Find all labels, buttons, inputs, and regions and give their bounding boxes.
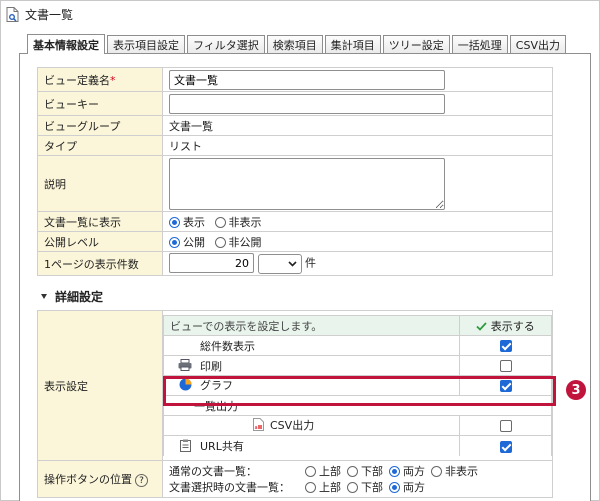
- tab-aggregate-items[interactable]: 集計項目: [324, 35, 381, 54]
- description-label: 説明: [37, 155, 163, 212]
- view-name-label: ビュー定義名*: [37, 67, 163, 92]
- graph-row-highlight: [163, 376, 556, 406]
- per-page-input[interactable]: [169, 253, 254, 274]
- show-radio[interactable]: [169, 216, 180, 228]
- normal-both-option[interactable]: 両方: [389, 463, 425, 479]
- view-group-value: 文書一覧: [162, 115, 553, 136]
- annotation-badge: 3: [566, 380, 586, 400]
- display-settings-header: ビューでの表示を設定します。: [163, 315, 460, 337]
- tab-display-items[interactable]: 表示項目設定: [107, 35, 185, 54]
- tab-tree-settings[interactable]: ツリー設定: [382, 35, 450, 54]
- normal-bottom-option[interactable]: 下部: [347, 463, 383, 479]
- hide-option[interactable]: 非表示: [214, 216, 262, 229]
- list-item-total-count: 総件数表示: [163, 335, 552, 357]
- printer-icon: [170, 359, 200, 374]
- button-position-label: 操作ボタンの位置?: [37, 460, 163, 498]
- chevron-down-icon: [287, 261, 297, 267]
- view-key-label: ビューキー: [37, 91, 163, 116]
- private-radio[interactable]: [214, 236, 226, 248]
- checkmark-icon: [476, 322, 487, 331]
- detail-section-title: 詳細設定: [55, 290, 104, 304]
- total-count-checkbox[interactable]: [499, 340, 512, 353]
- list-item-print: 印刷: [163, 355, 552, 377]
- per-page-label: 1ページの表示件数: [37, 251, 163, 276]
- tab-csv-output[interactable]: CSV出力: [509, 35, 566, 54]
- document-list-icon: [6, 6, 19, 22]
- window-titlebar: 文書一覧: [6, 4, 73, 24]
- normal-list-position-row: 通常の文書一覧： 上部 下部 両方 非表示: [169, 463, 478, 479]
- url-share-checkbox[interactable]: [499, 440, 512, 453]
- tab-search-items[interactable]: 検索項目: [266, 35, 323, 54]
- help-icon[interactable]: ?: [135, 473, 148, 487]
- show-in-list-label: 文書一覧に表示: [37, 211, 163, 232]
- basic-info-form: ビュー定義名* ビューキー ビューグループ 文書一覧 タイプ リスト 説明 文書…: [37, 67, 553, 276]
- show-option[interactable]: 表示: [169, 216, 205, 229]
- tab-basic-info[interactable]: 基本情報設定: [27, 34, 105, 54]
- public-radio[interactable]: [169, 236, 180, 248]
- tab-filter-select[interactable]: フィルタ選択: [187, 35, 265, 54]
- tab-bulk-process[interactable]: 一括処理: [451, 35, 508, 54]
- description-textarea[interactable]: [169, 157, 445, 210]
- view-key-input[interactable]: [169, 93, 445, 114]
- tab-bar: 基本情報設定 表示項目設定 フィルタ選択 検索項目 集計項目 ツリー設定 一括処…: [27, 34, 568, 54]
- display-settings-label: 表示設定: [37, 310, 163, 461]
- normal-top-option[interactable]: 上部: [305, 463, 341, 479]
- list-item-url-share: URL共有: [163, 435, 552, 456]
- show-column-header: 表示する: [459, 315, 552, 337]
- select-bottom-option[interactable]: 下部: [347, 479, 383, 495]
- csv-file-icon: a: [170, 418, 270, 434]
- detail-section-header[interactable]: 詳細設定: [41, 288, 103, 305]
- window-title: 文書一覧: [25, 7, 74, 22]
- svg-text:a: a: [255, 425, 258, 431]
- view-group-label: ビューグループ: [37, 115, 163, 136]
- print-checkbox[interactable]: [499, 360, 512, 373]
- clipboard-icon: [170, 439, 200, 455]
- select-list-position-row: 文書選択時の文書一覧： 上部 下部 両方: [169, 479, 425, 495]
- hide-radio[interactable]: [214, 216, 226, 228]
- private-option[interactable]: 非公開: [214, 236, 262, 249]
- normal-hide-option[interactable]: 非表示: [431, 463, 478, 479]
- view-name-input[interactable]: [169, 69, 445, 90]
- public-level-label: 公開レベル: [37, 231, 163, 252]
- per-page-unit: 件: [305, 256, 316, 270]
- collapse-triangle-icon: [41, 294, 47, 299]
- select-both-option[interactable]: 両方: [389, 479, 425, 495]
- csv-output-checkbox[interactable]: [499, 420, 512, 433]
- select-top-option[interactable]: 上部: [305, 479, 341, 495]
- per-page-select[interactable]: [257, 253, 302, 274]
- type-value: リスト: [162, 135, 553, 156]
- list-item-csv: a CSV出力: [163, 415, 552, 437]
- public-option[interactable]: 公開: [169, 236, 205, 249]
- type-label: タイプ: [37, 135, 163, 156]
